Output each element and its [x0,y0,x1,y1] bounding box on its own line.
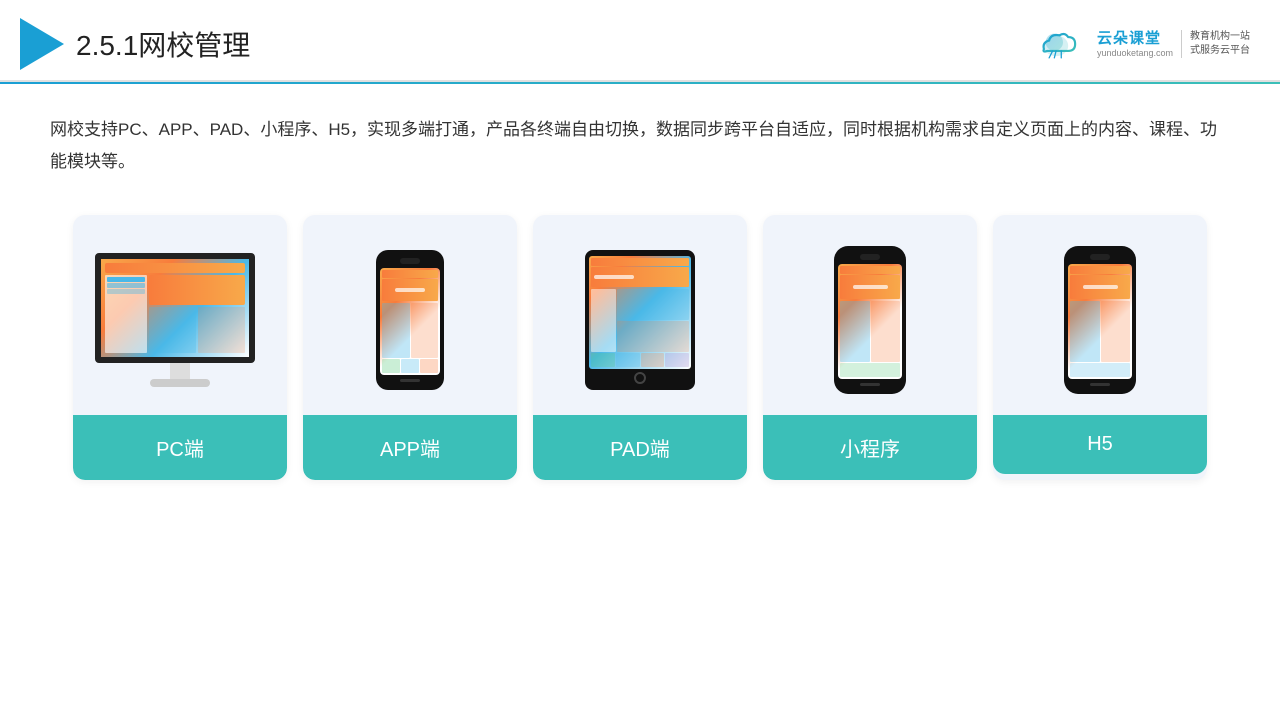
description-text: 网校支持PC、APP、PAD、小程序、H5，实现多端打通，产品各终端自由切换，数… [50,114,1230,179]
pc-monitor-icon [95,253,265,387]
card-h5: H5 [993,215,1207,480]
page-header: 2.5.1网校管理 云朵课堂 yunduoketang.com 教育机构一站 式… [0,0,1280,82]
phone-mockup-miniapp [834,246,906,394]
card-pc-image [73,215,287,415]
phone-screen-inner [380,268,440,375]
phone-screen-h5 [1068,264,1132,379]
title-text: 网校管理 [138,30,250,61]
logo-slogan: 教育机构一站 式服务云平台 [1181,30,1250,58]
card-app-image [303,215,517,415]
screen-content [101,259,249,357]
card-pc: PC端 [73,215,287,480]
phone-screen [380,268,440,375]
slogan-line1: 教育机构一站 [1190,31,1250,42]
page-title: 2.5.1网校管理 [76,24,250,64]
card-app-label: APP端 [303,415,517,480]
play-icon [20,18,64,70]
card-pc-label: PC端 [73,415,287,480]
logo-domain: yunduoketang.com [1097,48,1173,59]
card-pad: PAD端 [533,215,747,480]
tablet-mockup [585,250,695,390]
tablet-screen [589,256,691,369]
header-left: 2.5.1网校管理 [20,18,250,70]
phone-bar-mini [840,266,900,274]
phone-notch-mini [860,254,880,260]
card-miniapp: 小程序 [763,215,977,480]
monitor-screen [95,253,255,363]
phone-mockup-h5 [1064,246,1136,394]
monitor-base [150,379,210,387]
slogan-line2: 式服务云平台 [1190,45,1250,56]
card-pad-image [533,215,747,415]
section-number: 2.5.1 [76,30,138,61]
card-h5-image [993,215,1207,415]
card-miniapp-image [763,215,977,415]
phone-screen-mini [838,264,902,379]
phone-notch-h5 [1090,254,1110,260]
cards-grid: PC端 [50,215,1230,480]
main-content: 网校支持PC、APP、PAD、小程序、H5，实现多端打通，产品各终端自由切换，数… [0,84,1280,500]
logo-text: 云朵课堂 yunduoketang.com [1097,30,1173,59]
phone-home-indicator [400,379,420,382]
phone-bar-h5 [1070,266,1130,274]
phone-screen-inner-mini [838,264,902,379]
phone-home-indicator-mini [860,383,880,386]
card-app: APP端 [303,215,517,480]
cloud-logo-icon [1037,26,1089,62]
monitor-neck [170,363,190,379]
tablet-home-btn [634,372,646,384]
phone-bar [382,270,438,278]
phone-screen-inner-h5 [1068,264,1132,379]
tablet-bar [591,258,689,266]
screen-bar [105,263,245,273]
logo-name: 云朵课堂 [1097,30,1173,48]
card-miniapp-label: 小程序 [763,415,977,480]
logo-area: 云朵课堂 yunduoketang.com 教育机构一站 式服务云平台 [1037,26,1250,62]
card-pad-label: PAD端 [533,415,747,480]
phone-notch [400,258,420,264]
card-h5-label: H5 [993,415,1207,474]
phone-mockup-app [376,250,444,390]
phone-home-indicator-h5 [1090,383,1110,386]
tablet-screen-inner [589,256,691,369]
